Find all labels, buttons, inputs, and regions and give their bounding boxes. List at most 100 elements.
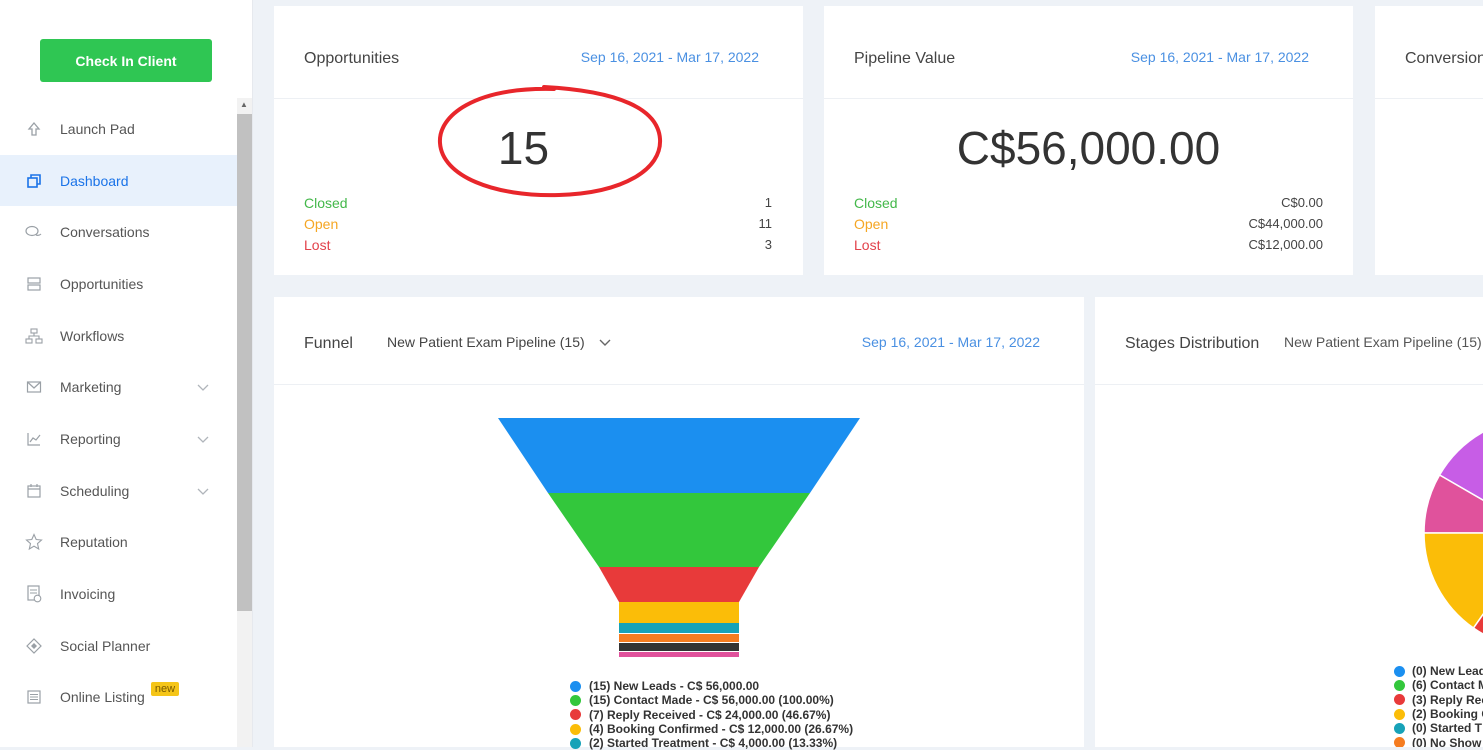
legend-dot-icon: [1394, 708, 1405, 720]
legend-label: (0) No Show: [1412, 735, 1482, 747]
sidebar-item-scheduling[interactable]: Scheduling: [0, 465, 237, 517]
legend-item[interactable]: (0) No Show: [1394, 735, 1483, 747]
card-title: Stages Distribution: [1125, 335, 1260, 352]
stat-open-value: 11: [758, 216, 773, 231]
funnel-segment-new-leads[interactable]: [498, 418, 860, 493]
conversion-card: Conversion: [1375, 6, 1483, 275]
card-title: Funnel: [304, 335, 353, 352]
funnel-legend: (15) New Leads - C$ 56,000.00 (15) Contac…: [570, 679, 853, 750]
workflows-icon: [22, 324, 46, 348]
card-title: Opportunities: [304, 50, 400, 67]
calendar-icon: [22, 479, 46, 503]
card-header: Funnel New Patient Exam Pipeline (15) Se…: [274, 297, 1084, 385]
stat-lost-label: Lost: [854, 237, 881, 253]
mail-icon: [22, 375, 46, 399]
legend-item[interactable]: (4) Booking Confirmed - C$ 12,000.00 (26…: [570, 722, 853, 736]
stat-open-label: Open: [304, 216, 339, 232]
sidebar-item-label: Invoicing: [60, 586, 116, 603]
legend-label: (3) Reply Rec: [1412, 692, 1483, 707]
legend-label: (2) Booking C: [1412, 707, 1483, 722]
legend-label: (2) Started Treatment - C$ 4,000.00 (13.…: [589, 736, 838, 750]
sidebar-item-launch-pad[interactable]: Launch Pad: [0, 103, 237, 155]
stat-closed-value: C$0.00: [1281, 195, 1323, 210]
funnel-segment-started-treatment[interactable]: [619, 623, 739, 633]
legend-item[interactable]: (0) Started T: [1394, 721, 1483, 735]
sidebar-item-reporting[interactable]: Reporting: [0, 413, 237, 465]
legend-item[interactable]: (3) Reply Rec: [1394, 693, 1483, 707]
stat-open-value: C$44,000.00: [1248, 216, 1323, 231]
legend-label: (0) New Lead: [1412, 664, 1483, 679]
legend-dot-icon: [570, 694, 581, 706]
sidebar-item-online-listing[interactable]: Online Listing new: [0, 672, 237, 724]
funnel-segment-booking-confirmed[interactable]: [619, 602, 739, 623]
chevron-down-icon: [197, 431, 209, 447]
stat-closed-label: Closed: [854, 195, 898, 211]
opportunities-card: Opportunities Sep 16, 2021 - Mar 17, 202…: [274, 6, 803, 275]
sidebar-item-label: Conversations: [60, 224, 150, 241]
pipeline-value-card: Pipeline Value Sep 16, 2021 - Mar 17, 20…: [824, 6, 1353, 275]
sidebar-item-invoicing[interactable]: Invoicing: [0, 568, 237, 620]
funnel-segment-extra-0[interactable]: [619, 634, 739, 642]
legend-item[interactable]: (0) New Lead: [1394, 664, 1483, 678]
funnel-segment-contact-made[interactable]: [548, 493, 810, 567]
legend-label: (4) Booking Confirmed - C$ 12,000.00 (26…: [589, 722, 854, 737]
legend-item[interactable]: (7) Reply Received - C$ 24,000.00 (46.67…: [570, 708, 853, 722]
legend-item[interactable]: (2) Started Treatment - C$ 4,000.00 (13.…: [570, 736, 853, 750]
sidebar-item-dashboard[interactable]: Dashboard: [0, 154, 237, 207]
new-badge: new: [150, 682, 180, 697]
legend-dot-icon: [570, 680, 581, 692]
card-header: Conversion: [1375, 6, 1483, 99]
sidebar-item-label: Scheduling: [60, 482, 130, 499]
funnel-card: Funnel New Patient Exam Pipeline (15) Se…: [274, 297, 1084, 750]
pipeline-select[interactable]: New Patient Exam Pipeline (15): [387, 334, 611, 350]
card-title: Conversion: [1405, 50, 1483, 67]
sidebar-item-social-planner[interactable]: Social Planner: [0, 620, 237, 672]
chart-icon: [22, 427, 46, 451]
sidebar-item-label: Marketing: [60, 379, 122, 396]
pipeline-total: C$56,000.00: [956, 122, 1221, 174]
legend-label: (15) Contact Made - C$ 56,000.00 (100.00…: [589, 693, 834, 708]
date-range-picker[interactable]: Sep 16, 2021 - Mar 17, 2022: [1131, 49, 1309, 65]
legend-item[interactable]: (15) New Leads - C$ 56,000.00: [570, 679, 853, 693]
legend-item[interactable]: (6) Contact M: [1394, 678, 1483, 692]
funnel-segment-extra-2[interactable]: [619, 652, 739, 657]
funnel-segment-reply-received[interactable]: [599, 567, 759, 602]
stat-closed-value: 1: [764, 195, 772, 210]
sidebar-item-label: Workflows: [60, 327, 125, 344]
pie-slice-booking-confirmed[interactable]: [1423, 532, 1483, 630]
legend-item[interactable]: (2) Booking C: [1394, 707, 1483, 721]
stages-legend: (0) New Lead (6) Contact M (3) Reply Rec (2…: [1394, 664, 1483, 747]
funnel-segment-extra-1[interactable]: [619, 643, 739, 651]
card-header: Pipeline Value Sep 16, 2021 - Mar 17, 20…: [824, 6, 1353, 99]
launch-pad-icon: [22, 117, 46, 141]
card-title: Pipeline Value: [854, 50, 956, 67]
legend-label: (0) Started T: [1412, 721, 1483, 736]
check-in-client-button[interactable]: Check In Client: [40, 39, 212, 82]
sidebar-item-marketing[interactable]: Marketing: [0, 361, 237, 413]
sidebar: Check In Client ▲ Launch Pad Dashboard C…: [0, 0, 253, 747]
pipeline-select[interactable]: New Patient Exam Pipeline (15): [1284, 334, 1482, 350]
legend-dot-icon: [570, 709, 581, 721]
opportunities-icon: [22, 272, 46, 296]
legend-label: (6) Contact M: [1412, 678, 1483, 693]
legend-dot-icon: [570, 723, 581, 735]
stages-pie-chart: [1423, 431, 1483, 635]
sidebar-item-opportunities[interactable]: Opportunities: [0, 258, 237, 310]
sidebar-item-conversations[interactable]: Conversations: [0, 206, 237, 258]
legend-label: (15) New Leads - C$ 56,000.00: [589, 679, 760, 694]
card-header: Stages Distribution New Patient Exam Pip…: [1095, 297, 1483, 385]
stat-lost-value: 3: [764, 237, 772, 252]
sidebar-scrollbar-thumb[interactable]: [237, 114, 252, 611]
pipeline-select-value: New Patient Exam Pipeline (15): [387, 334, 585, 350]
chevron-down-icon: [197, 483, 209, 499]
scroll-up-arrow-icon[interactable]: ▲: [240, 100, 248, 109]
sidebar-item-label: Reputation: [60, 534, 128, 551]
stages-distribution-card: Stages Distribution New Patient Exam Pip…: [1095, 297, 1483, 747]
sidebar-item-reputation[interactable]: Reputation: [0, 517, 237, 569]
sidebar-item-workflows[interactable]: Workflows: [0, 310, 237, 362]
legend-item[interactable]: (15) Contact Made - C$ 56,000.00 (100.00…: [570, 693, 853, 707]
sidebar-item-label: Online Listing: [60, 689, 145, 706]
date-range-picker[interactable]: Sep 16, 2021 - Mar 17, 2022: [862, 334, 1040, 350]
legend-label: (7) Reply Received - C$ 24,000.00 (46.67…: [589, 707, 831, 722]
date-range-picker[interactable]: Sep 16, 2021 - Mar 17, 2022: [581, 49, 759, 65]
